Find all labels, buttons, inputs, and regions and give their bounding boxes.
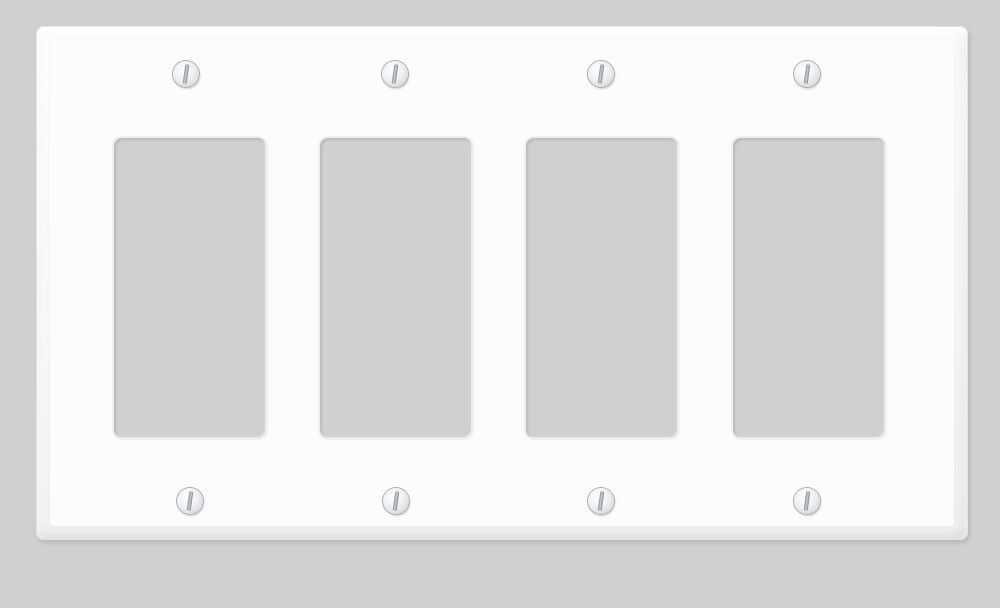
opening-4 — [733, 138, 885, 438]
opening-2 — [320, 138, 472, 438]
screw-top-3 — [588, 61, 614, 87]
screw-bottom-4 — [794, 488, 820, 514]
screw-bottom-1 — [177, 488, 203, 514]
screw-slot — [597, 63, 605, 85]
screw-slot — [597, 490, 605, 512]
screw-slot — [392, 490, 400, 512]
opening-3 — [526, 138, 678, 438]
screw-bottom-2 — [383, 488, 409, 514]
wall-plate — [36, 26, 968, 540]
screw-slot — [803, 490, 811, 512]
screw-top-2 — [382, 61, 408, 87]
screw-top-1 — [173, 61, 199, 87]
screw-slot — [186, 490, 194, 512]
screw-bottom-3 — [588, 488, 614, 514]
photo-scene — [0, 0, 1000, 608]
opening-1 — [114, 138, 266, 438]
screw-slot — [391, 63, 399, 85]
screw-slot — [803, 63, 811, 85]
screw-slot — [182, 63, 190, 85]
screw-top-4 — [794, 61, 820, 87]
